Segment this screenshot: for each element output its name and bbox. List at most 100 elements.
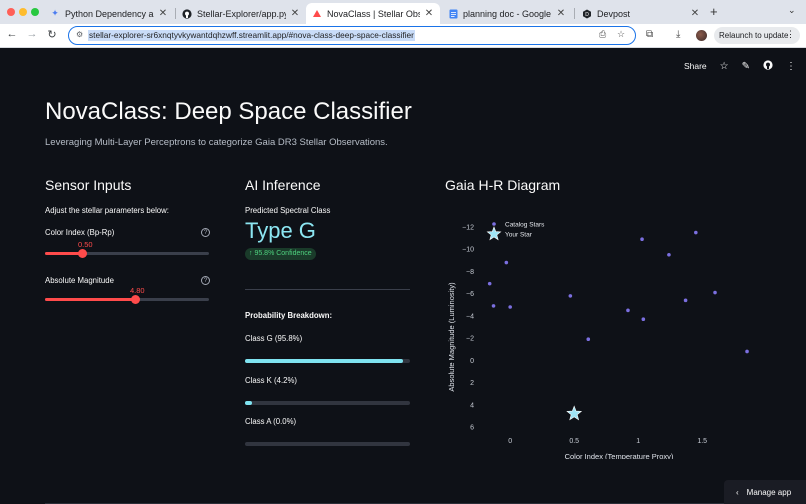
devpost-icon: D — [582, 9, 592, 19]
slider-value: 0.50 — [78, 240, 93, 249]
gemini-icon: ✦ — [51, 8, 59, 18]
github-icon — [182, 8, 192, 19]
y-tick-label: −10 — [462, 247, 474, 254]
chart-heading: Gaia H-R Diagram — [445, 177, 561, 193]
reload-icon[interactable]: ↻ — [45, 28, 59, 41]
catalog-star-point — [745, 349, 749, 354]
catalog-star-point — [491, 304, 496, 308]
divider — [245, 289, 410, 290]
bookmark-star-icon[interactable]: ☆ — [617, 29, 625, 40]
class-probability-label: Class G (95.8%) — [245, 334, 303, 343]
sensor-instruction: Adjust the stellar parameters below: — [45, 206, 169, 215]
browser-tab[interactable]: planning doc - Google Docs ✕ — [442, 3, 572, 24]
catalog-star-point — [504, 260, 509, 265]
sensor-inputs-heading: Sensor Inputs — [45, 177, 132, 193]
y-tick-label: −12 — [462, 225, 474, 232]
close-tab-icon[interactable]: ✕ — [158, 8, 168, 19]
y-tick-label: 2 — [470, 380, 474, 387]
install-app-icon[interactable]: ⎙ — [599, 29, 606, 40]
catalog-star-point — [586, 337, 591, 342]
class-probability-label: Class K (4.2%) — [245, 376, 297, 385]
browser-tab[interactable]: Stellar-Explorer/app.py at ma ✕ — [176, 3, 306, 24]
manage-app-button[interactable]: ‹ Manage app — [724, 480, 806, 504]
relaunch-button[interactable]: Relaunch to update ⋮ — [714, 27, 800, 44]
predicted-class-label: Predicted Spectral Class — [245, 206, 331, 215]
class-probability-label: Class A (0.0%) — [245, 417, 297, 426]
catalog-star-point — [640, 237, 644, 242]
star-icon[interactable]: ☆ — [720, 61, 729, 72]
tab-title: Stellar-Explorer/app.py at ma — [197, 8, 286, 19]
y-tick-label: −6 — [466, 291, 474, 298]
your-star-marker — [566, 405, 583, 421]
catalog-star-point — [683, 298, 688, 303]
close-window-dot[interactable] — [7, 8, 15, 16]
url-text[interactable]: stellar-explorer-sr6xnqtyvkywantdqhzwff.… — [88, 30, 415, 41]
chrome-menu-icon[interactable]: ⋮ — [786, 29, 795, 40]
page-title: NovaClass: Deep Space Classifier — [45, 98, 412, 125]
tab-search-icon[interactable]: ⌄ — [788, 5, 796, 16]
catalog-star-point — [568, 294, 573, 298]
y-tick-label: −2 — [466, 336, 474, 343]
browser-tab-active[interactable]: NovaClass | Stellar Observati ✕ — [306, 3, 440, 24]
help-icon[interactable]: ? — [201, 228, 210, 237]
ai-inference-heading: AI Inference — [245, 177, 321, 193]
x-tick-label: 1.5 — [697, 438, 707, 445]
chevron-left-icon: ‹ — [736, 487, 739, 497]
share-button[interactable]: Share — [684, 61, 707, 71]
close-tab-icon[interactable]: ✕ — [690, 8, 700, 19]
site-info-icon[interactable]: ⚙ — [76, 30, 83, 39]
catalog-star-point — [641, 317, 646, 322]
new-tab-icon[interactable]: + — [710, 4, 718, 19]
docs-icon — [448, 9, 458, 19]
back-icon[interactable]: ← — [5, 28, 19, 40]
forward-icon[interactable]: → — [25, 28, 39, 40]
y-axis-label: Absolute Magnitude (Luminosity) — [447, 282, 456, 392]
zoom-window-dot[interactable] — [31, 8, 39, 16]
extensions-icon[interactable]: ⧉ — [646, 29, 653, 40]
catalog-star-point — [626, 308, 630, 313]
edit-pencil-icon[interactable]: ✎ — [742, 61, 750, 72]
catalog-star-point — [667, 252, 671, 257]
browser-tab-strip: ✦ Python Dependency and Envi ✕ Stellar-E… — [0, 0, 806, 24]
app-menu-icon[interactable]: ⋮ — [786, 61, 796, 72]
catalog-star-point — [713, 290, 717, 295]
address-bar[interactable]: ⚙ stellar-explorer-sr6xnqtyvkywantdqhzwf… — [68, 26, 636, 45]
profile-avatar[interactable] — [696, 30, 707, 41]
catalog-star-point — [694, 230, 698, 235]
download-icon[interactable]: ⤓ — [676, 29, 680, 40]
color-index-slider[interactable] — [45, 249, 209, 258]
close-tab-icon[interactable]: ✕ — [290, 8, 300, 19]
close-tab-icon[interactable]: ✕ — [556, 8, 566, 19]
streamlit-icon — [312, 9, 322, 19]
help-icon[interactable]: ? — [201, 276, 210, 285]
catalog-star-point — [487, 281, 492, 286]
close-tab-icon[interactable]: ✕ — [424, 8, 434, 19]
slider-fill — [45, 252, 83, 255]
app-page: Share ☆ ✎ ⋮ NovaClass: Deep Space Classi… — [0, 49, 806, 504]
x-axis-label: Color Index (Temperature Proxy) — [565, 452, 674, 459]
class-probability-bar — [245, 442, 410, 446]
confidence-badge: ↑ 95.8% Confidence — [245, 248, 316, 260]
browser-toolbar: ← → ↻ ⚙ stellar-explorer-sr6xnqtyvkywant… — [0, 24, 806, 48]
absolute-magnitude-slider[interactable] — [45, 295, 209, 304]
x-tick-label: 1 — [636, 438, 640, 445]
predicted-class-value: Type G — [245, 218, 316, 243]
x-tick-label: 0 — [508, 438, 512, 445]
y-tick-label: −4 — [466, 313, 474, 320]
svg-text:D: D — [585, 12, 589, 18]
catalog-star-point — [508, 305, 512, 309]
legend-your-star-marker — [486, 226, 502, 241]
slider-fill — [45, 298, 136, 301]
browser-tab[interactable]: ✦ Python Dependency and Envi ✕ — [44, 3, 174, 24]
slider-thumb[interactable] — [78, 249, 88, 258]
probability-fill — [245, 401, 252, 405]
minimize-window-dot[interactable] — [19, 8, 27, 16]
class-probability-bar — [245, 359, 410, 363]
tab-title: NovaClass | Stellar Observati — [327, 8, 420, 19]
y-tick-label: 4 — [470, 402, 474, 409]
github-icon[interactable] — [763, 60, 773, 72]
legend-label: Catalog Stars — [505, 222, 545, 229]
browser-tab[interactable]: D Devpost ✕ — [576, 3, 706, 24]
slider-thumb[interactable] — [130, 295, 140, 304]
x-tick-label: 0.5 — [569, 438, 579, 445]
